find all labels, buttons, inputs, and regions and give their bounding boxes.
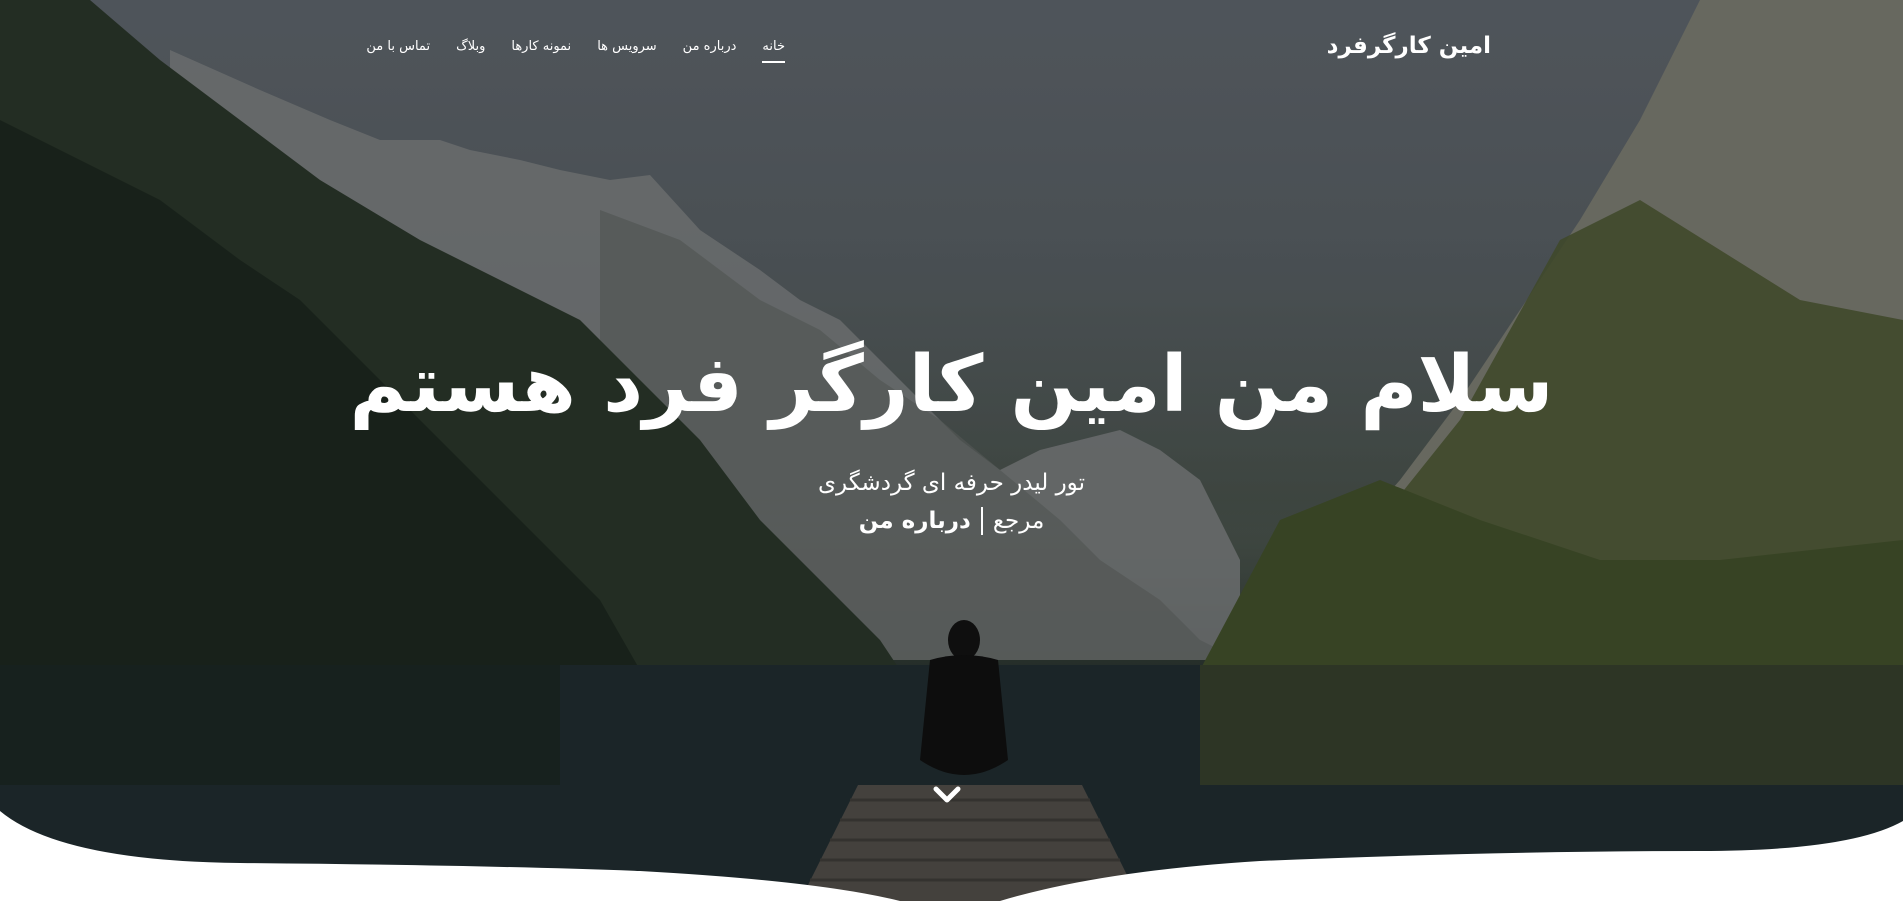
nav-link-home[interactable]: خانه bbox=[762, 37, 785, 63]
nav-link-contact[interactable]: تماس با من bbox=[366, 37, 430, 61]
nav-item-blog: وبلاگ bbox=[456, 35, 485, 63]
nav-item-services: سرویس ها bbox=[597, 35, 656, 63]
nav-link-services[interactable]: سرویس ها bbox=[597, 37, 656, 61]
chevron-down-icon bbox=[933, 786, 961, 803]
reference-divider bbox=[980, 507, 983, 535]
hero-reference: مرجع درباره من bbox=[0, 504, 1903, 538]
nav-menu: خانه درباره من سرویس ها نمونه کارها وبلا… bbox=[366, 35, 785, 63]
hero-subtitle: تور لیدر حرفه ای گردشگری bbox=[818, 470, 1085, 496]
top-navbar: امین کارگرفرد خانه درباره من سرویس ها نم… bbox=[0, 0, 1903, 92]
scroll-down-button[interactable] bbox=[931, 782, 963, 808]
nav-link-about[interactable]: درباره من bbox=[683, 37, 737, 61]
hero-title: سلام من امین کارگر فرد هستم bbox=[349, 340, 1554, 430]
reference-label: مرجع bbox=[992, 508, 1045, 534]
nav-item-contact: تماس با من bbox=[366, 35, 430, 63]
reference-about-link[interactable]: درباره من bbox=[859, 504, 971, 538]
nav-item-portfolio: نمونه کارها bbox=[511, 35, 571, 63]
nav-item-about: درباره من bbox=[683, 35, 737, 63]
hero-content: سلام من امین کارگر فرد هستم تور لیدر حرف… bbox=[0, 330, 1903, 538]
bottom-wave-divider bbox=[0, 811, 1903, 901]
nav-link-blog[interactable]: وبلاگ bbox=[456, 37, 485, 61]
hero-section: امین کارگرفرد خانه درباره من سرویس ها نم… bbox=[0, 0, 1903, 901]
nav-link-portfolio[interactable]: نمونه کارها bbox=[511, 37, 571, 61]
site-logo[interactable]: امین کارگرفرد bbox=[1327, 30, 1491, 62]
nav-item-home: خانه bbox=[762, 35, 785, 63]
